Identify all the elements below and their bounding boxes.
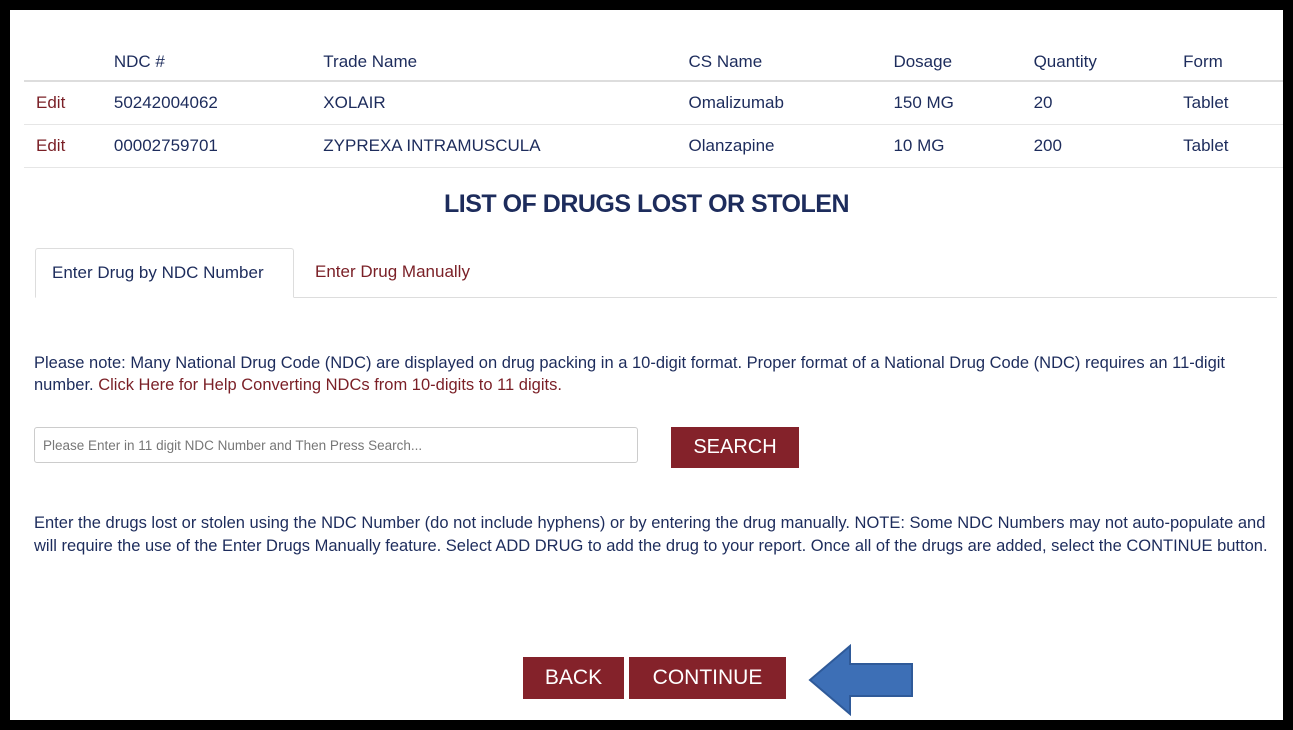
- header-row: NDC # Trade Name CS Name Dosage Quantity…: [24, 44, 1283, 82]
- cell-trade-name: XOLAIR: [311, 81, 677, 125]
- back-button[interactable]: BACK: [523, 657, 624, 699]
- drug-table: NDC # Trade Name CS Name Dosage Quantity…: [24, 44, 1283, 168]
- cell-cs-name: Olanzapine: [676, 124, 882, 168]
- cell-dosage: 150 MG: [881, 81, 1022, 125]
- cell-ndc: 50242004062: [101, 81, 312, 125]
- ndc-format-note: Please note: Many National Drug Code (ND…: [34, 352, 1269, 396]
- cell-cs-name: Omalizumab: [676, 81, 882, 125]
- left-arrow-icon: [808, 644, 913, 716]
- cell-ndc: 00002759701: [101, 124, 312, 168]
- cell-dosage: 10 MG: [881, 124, 1022, 168]
- header-quantity: Quantity: [1021, 44, 1172, 82]
- continue-button[interactable]: CONTINUE: [629, 657, 786, 699]
- entry-tabs: Enter Drug by NDC Number Enter Drug Manu…: [35, 248, 1277, 298]
- ndc-search-input[interactable]: [34, 427, 638, 463]
- page-frame: NDC # Trade Name CS Name Dosage Quantity…: [10, 10, 1283, 720]
- drug-table-header: NDC # Trade Name CS Name Dosage Quantity…: [24, 44, 1283, 82]
- table-row: Edit 00002759701 ZYPREXA INTRAMUSCULA Ol…: [24, 124, 1283, 168]
- edit-link[interactable]: Edit: [24, 81, 102, 125]
- tab-enter-manually[interactable]: Enter Drug Manually: [299, 248, 486, 296]
- header-dosage: Dosage: [881, 44, 1022, 82]
- cell-form: Tablet: [1171, 81, 1283, 125]
- tab-enter-by-ndc[interactable]: Enter Drug by NDC Number: [35, 248, 294, 298]
- cell-trade-name: ZYPREXA INTRAMUSCULA: [311, 124, 677, 168]
- ndc-conversion-help-link[interactable]: Click Here for Help Converting NDCs from…: [98, 376, 562, 394]
- header-form: Form: [1171, 44, 1283, 82]
- section-title: LIST OF DRUGS LOST OR STOLEN: [444, 190, 850, 218]
- table-row: Edit 50242004062 XOLAIR Omalizumab 150 M…: [24, 81, 1283, 125]
- edit-link[interactable]: Edit: [24, 124, 102, 168]
- header-trade-name: Trade Name: [311, 44, 677, 82]
- cell-quantity: 200: [1021, 124, 1172, 168]
- header-cs-name: CS Name: [676, 44, 882, 82]
- search-button[interactable]: SEARCH: [671, 427, 799, 468]
- cell-form: Tablet: [1171, 124, 1283, 168]
- header-ndc: NDC #: [101, 44, 312, 82]
- cell-quantity: 20: [1021, 81, 1172, 125]
- instructions-text: Enter the drugs lost or stolen using the…: [34, 514, 1268, 555]
- header-edit: [24, 44, 102, 82]
